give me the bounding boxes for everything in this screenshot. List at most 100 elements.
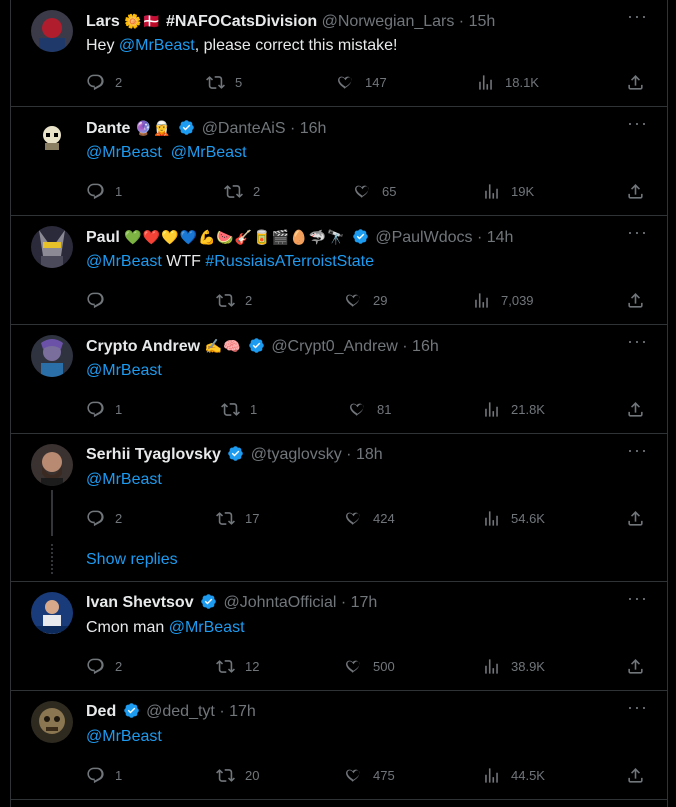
avatar[interactable] xyxy=(31,592,73,634)
author-name-extra[interactable]: #NAFOCatsDivision xyxy=(166,13,317,30)
avatar[interactable] xyxy=(31,226,73,268)
mention-link[interactable]: @MrBeast xyxy=(169,619,245,636)
reply-button[interactable]: 1 xyxy=(86,397,122,421)
more-icon[interactable]: ··· xyxy=(627,223,647,246)
reply-button[interactable]: 2 xyxy=(86,506,122,530)
more-icon[interactable]: ··· xyxy=(627,698,647,721)
like-button[interactable]: 424 xyxy=(344,506,395,530)
tweet[interactable]: Dante 🔮🧝 @DanteAiS · 16h ··· @MrBeast @M… xyxy=(11,107,667,216)
author-name[interactable]: Lars xyxy=(86,13,120,30)
tweet-header: Paul 💚❤️💛💙💪🍉🎸🥫🎬🥚🦈🔭 @PaulWdocs · 14h xyxy=(86,226,513,248)
text-part xyxy=(162,144,171,161)
verified-badge-icon[interactable] xyxy=(200,593,217,610)
show-replies-link[interactable]: Show replies xyxy=(86,551,178,569)
mention-link[interactable]: @MrBeast xyxy=(86,362,162,379)
tweet[interactable]: Crypto Andrew ✍️🧠 @Crypt0_Andrew · 16h ·… xyxy=(11,325,667,434)
mention-link[interactable]: @MrBeast xyxy=(119,37,195,54)
retweet-icon xyxy=(206,75,225,89)
author-name[interactable]: Crypto Andrew xyxy=(86,338,200,355)
mention-link[interactable]: @MrBeast xyxy=(171,144,247,161)
tweet[interactable]: Paul 💚❤️💛💙💪🍉🎸🥫🎬🥚🦈🔭 @PaulWdocs · 14h ··· … xyxy=(11,216,667,325)
author-name[interactable]: Serhii Tyaglovsky xyxy=(86,446,221,463)
mention-link[interactable]: @MrBeast xyxy=(86,471,162,488)
more-icon[interactable]: ··· xyxy=(627,114,647,137)
share-button[interactable] xyxy=(626,654,645,678)
share-button[interactable] xyxy=(626,70,645,94)
views-button[interactable]: 18.1K xyxy=(476,70,539,94)
tweet-header: Lars 🌼🇩🇰 #NAFOCatsDivision @Norwegian_La… xyxy=(86,10,495,32)
author-handle[interactable]: @DanteAiS · 16h xyxy=(202,120,327,137)
author-name[interactable]: Dante xyxy=(86,120,130,137)
views-button[interactable]: 44.5K xyxy=(482,763,545,787)
more-icon[interactable]: ··· xyxy=(627,7,647,30)
views-button[interactable]: 38.9K xyxy=(482,654,545,678)
hashtag-link[interactable]: #RussiaisATerroistState xyxy=(205,253,374,270)
author-handle[interactable]: @tyaglovsky · 18h xyxy=(251,446,383,463)
reply-icon xyxy=(87,767,104,783)
reply-button[interactable]: 2 xyxy=(86,654,122,678)
author-name[interactable]: Paul xyxy=(86,229,120,246)
verified-badge-icon[interactable] xyxy=(178,119,195,136)
author-handle[interactable]: @PaulWdocs · 14h xyxy=(375,229,513,246)
tweet[interactable]: Ivan Shevtsov @JohntaOfficial · 17h ··· … xyxy=(11,582,667,691)
share-button[interactable] xyxy=(626,179,645,203)
views-button[interactable]: 21.8K xyxy=(482,397,545,421)
reply-button[interactable]: 2 xyxy=(86,70,122,94)
like-button[interactable]: 65 xyxy=(353,179,396,203)
views-button[interactable]: 19K xyxy=(482,179,534,203)
mention-link[interactable]: @MrBeast xyxy=(86,253,162,270)
tweet[interactable]: Lars 🌼🇩🇰 #NAFOCatsDivision @Norwegian_La… xyxy=(11,0,667,107)
retweet-count: 12 xyxy=(245,658,260,674)
retweet-button[interactable]: 20 xyxy=(216,763,259,787)
mention-link[interactable]: @MrBeast xyxy=(86,144,162,161)
author-handle[interactable]: @Norwegian_Lars · 15h xyxy=(322,13,496,30)
reply-button[interactable]: 1 xyxy=(86,763,122,787)
author-name[interactable]: Ded xyxy=(86,703,116,720)
avatar[interactable] xyxy=(31,117,73,159)
retweet-button[interactable]: 5 xyxy=(206,70,242,94)
author-emoji: 💚❤️💛💙💪🍉🎸🥫🎬🥚🦈🔭 xyxy=(124,229,346,245)
avatar[interactable] xyxy=(31,701,73,743)
verified-badge-icon[interactable] xyxy=(248,337,265,354)
retweet-button[interactable]: 1 xyxy=(221,397,257,421)
avatar[interactable] xyxy=(31,335,73,377)
verified-badge-icon[interactable] xyxy=(123,702,140,719)
retweet-icon xyxy=(221,402,240,416)
tweet[interactable]: Ded @ded_tyt · 17h ··· @MrBeast 1 20 475… xyxy=(11,691,667,800)
share-button[interactable] xyxy=(626,506,645,530)
views-button[interactable]: 7,039 xyxy=(472,288,534,312)
share-button[interactable] xyxy=(626,397,645,421)
verified-badge-icon[interactable] xyxy=(227,445,244,462)
like-button[interactable]: 29 xyxy=(344,288,387,312)
mention-link[interactable]: @MrBeast xyxy=(86,728,162,745)
avatar[interactable] xyxy=(31,444,73,486)
like-button[interactable]: 81 xyxy=(348,397,391,421)
like-button[interactable]: 147 xyxy=(336,70,387,94)
more-icon[interactable]: ··· xyxy=(627,332,647,355)
reply-button[interactable] xyxy=(86,288,115,312)
like-count: 475 xyxy=(373,767,395,783)
author-handle[interactable]: @ded_tyt · 17h xyxy=(146,703,256,720)
like-button[interactable]: 475 xyxy=(344,763,395,787)
more-icon[interactable]: ··· xyxy=(627,589,647,612)
verified-badge-icon[interactable] xyxy=(352,228,369,245)
author-handle[interactable]: @Crypt0_Andrew · 16h xyxy=(271,338,438,355)
more-icon[interactable]: ··· xyxy=(627,441,647,464)
like-button[interactable]: 500 xyxy=(344,654,395,678)
share-button[interactable] xyxy=(626,763,645,787)
avatar[interactable] xyxy=(31,10,73,52)
retweet-button[interactable]: 2 xyxy=(224,179,260,203)
retweet-button[interactable]: 2 xyxy=(216,288,252,312)
retweet-button[interactable]: 17 xyxy=(216,506,259,530)
author-name[interactable]: Ivan Shevtsov xyxy=(86,594,194,611)
retweet-button[interactable]: 12 xyxy=(216,654,259,678)
reply-count: 2 xyxy=(115,658,123,674)
share-button[interactable] xyxy=(626,288,645,312)
share-icon xyxy=(628,767,643,783)
tweet[interactable]: Serhii Tyaglovsky @tyaglovsky · 18h ··· … xyxy=(11,434,667,582)
reply-button[interactable]: 1 xyxy=(86,179,122,203)
views-icon xyxy=(485,767,498,783)
heart-icon xyxy=(346,294,360,307)
views-button[interactable]: 54.6K xyxy=(482,506,545,530)
author-handle[interactable]: @JohntaOfficial · 17h xyxy=(224,594,378,611)
